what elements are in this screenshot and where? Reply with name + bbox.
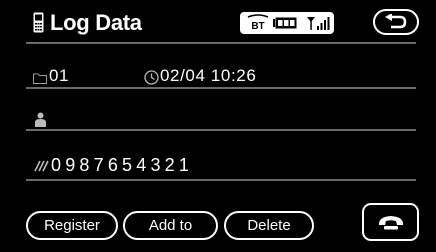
folder-icon [33,73,47,84]
signal-strength-icon [307,17,330,30]
battery-icon [273,17,297,29]
row-divider [26,87,416,89]
row-divider [26,179,416,181]
register-button[interactable]: Register [26,211,118,240]
row-divider [26,129,416,131]
call-datetime: 02/04 10:26 [160,66,257,85]
call-handset-icon [378,216,404,230]
return-arrow-icon [385,14,407,29]
header-divider [26,42,416,44]
delete-button[interactable]: Delete [224,211,314,240]
log-data-screen: Log Data BT 01 02/04 10:26 0987654321 Re… [0,0,436,252]
phone-number-icon [34,160,49,172]
person-icon [35,112,46,127]
call-button[interactable] [362,203,419,241]
back-button[interactable] [373,9,419,35]
bluetooth-icon: BT [247,14,269,32]
status-bar: BT [240,12,334,34]
phone-handset-icon [33,12,44,33]
page-title: Log Data [50,10,142,35]
folder-number: 01 [49,66,69,85]
bluetooth-label: BT [251,21,264,32]
add-to-button[interactable]: Add to [123,211,218,240]
phone-number: 0987654321 [51,155,194,175]
clock-icon [144,70,159,85]
